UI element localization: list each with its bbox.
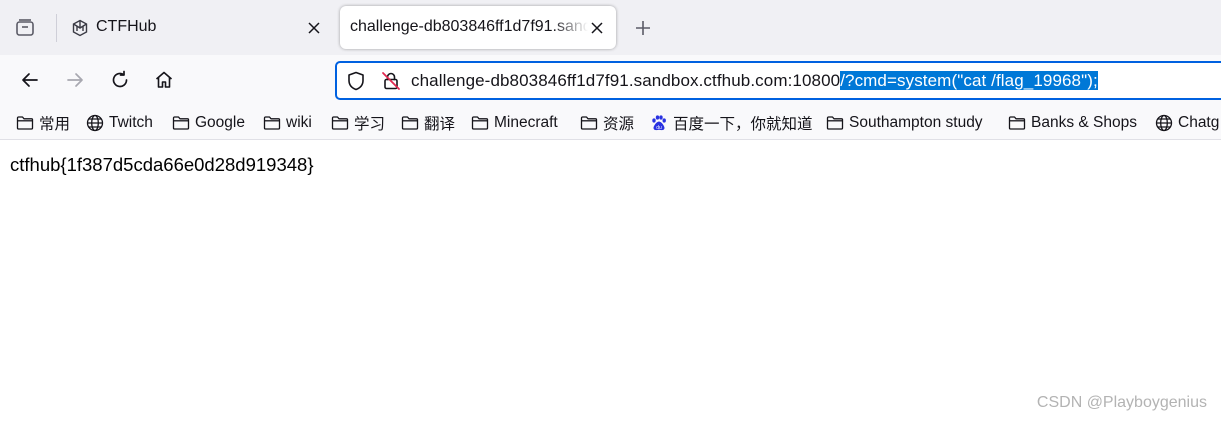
folder-icon (16, 114, 34, 132)
bookmark-label: 百度一下，你就知道 (673, 116, 813, 133)
tab-challenge[interactable]: challenge-db803846ff1d7f91.sandbox.ctfhu… (340, 6, 616, 49)
bookmark-item[interactable]: Twitch (86, 112, 153, 134)
insecure-lock-icon[interactable] (380, 70, 402, 92)
bookmark-item[interactable]: Google (172, 112, 245, 134)
tracking-protection-shield-icon[interactable] (345, 70, 367, 92)
folder-icon (826, 114, 844, 132)
url-host: challenge-db803846ff1d7f91.sandbox.ctfhu… (411, 71, 841, 90)
folder-icon (471, 114, 489, 132)
tab-separator (56, 14, 57, 42)
globe-icon (1155, 114, 1173, 132)
tab-title: challenge-db803846ff1d7f91.sandbox.ctfhu… (350, 18, 588, 35)
url-text[interactable]: challenge-db803846ff1d7f91.sandbox.ctfhu… (411, 71, 1098, 91)
bookmark-item[interactable]: 常用 (16, 112, 70, 134)
folder-icon (1008, 114, 1026, 132)
ctfhub-favicon-icon (71, 19, 89, 37)
bookmark-item[interactable]: 资源 (580, 112, 634, 134)
bookmark-label: Banks & Shops (1031, 114, 1137, 131)
bookmark-item[interactable]: Southampton study (826, 112, 983, 134)
bookmark-label: 学习 (354, 116, 386, 133)
bookmark-label: Chatg (1178, 114, 1220, 131)
bookmark-label: wiki (286, 114, 312, 131)
back-button[interactable] (15, 65, 45, 95)
bookmark-item[interactable]: Minecraft (471, 112, 558, 134)
navigation-toolbar: challenge-db803846ff1d7f91.sandbox.ctfhu… (0, 55, 1221, 105)
folder-icon (263, 114, 281, 132)
folder-icon (331, 114, 349, 132)
page-content: ctfhub{1f387d5cda66e0d28d919348} CSDN @P… (0, 141, 1221, 424)
bookmarks-toolbar: 常用 Twitch Google wiki 学习 翻译 Minecraft 资源 du 百度一下，… (0, 105, 1221, 140)
new-tab-button[interactable] (630, 15, 656, 41)
bookmark-item[interactable]: du 百度一下，你就知道 (650, 112, 813, 134)
tab-title: CTFHub (96, 18, 157, 35)
close-icon[interactable] (305, 19, 323, 37)
baidu-icon: du (650, 114, 668, 132)
flag-text: ctfhub{1f387d5cda66e0d28d919348} (10, 154, 314, 175)
bookmark-label: Minecraft (494, 114, 558, 131)
tab-overview-icon[interactable] (10, 13, 40, 43)
bookmark-label: Google (195, 114, 245, 131)
bookmark-item[interactable]: wiki (263, 112, 312, 134)
globe-icon (86, 114, 104, 132)
folder-icon (401, 114, 419, 132)
bookmark-label: 翻译 (424, 116, 456, 133)
folder-icon (580, 114, 598, 132)
folder-icon (172, 114, 190, 132)
csdn-watermark: CSDN @Playboygenius (1036, 394, 1207, 411)
bookmark-label: 资源 (603, 116, 635, 133)
close-icon[interactable] (588, 19, 606, 37)
url-selected-path: /?cmd=system("cat /flag_19968"); (840, 71, 1098, 90)
bookmark-item[interactable]: Banks & Shops (1008, 112, 1137, 134)
bookmark-item[interactable]: Chatg (1155, 112, 1219, 134)
bookmark-item[interactable]: 学习 (331, 112, 385, 134)
home-button[interactable] (149, 65, 179, 95)
bookmark-label: 常用 (39, 116, 71, 133)
tab-strip: CTFHub challenge-db803846ff1d7f91.sandbo… (0, 0, 1221, 55)
bookmark-label: Southampton study (849, 114, 983, 131)
address-bar[interactable]: challenge-db803846ff1d7f91.sandbox.ctfhu… (335, 61, 1221, 100)
svg-text:du: du (656, 125, 662, 131)
bookmark-item[interactable]: 翻译 (401, 112, 455, 134)
bookmark-label: Twitch (109, 114, 153, 131)
forward-button[interactable] (60, 65, 90, 95)
tab-ctfhub[interactable]: CTFHub (60, 6, 332, 49)
reload-button[interactable] (105, 65, 135, 95)
